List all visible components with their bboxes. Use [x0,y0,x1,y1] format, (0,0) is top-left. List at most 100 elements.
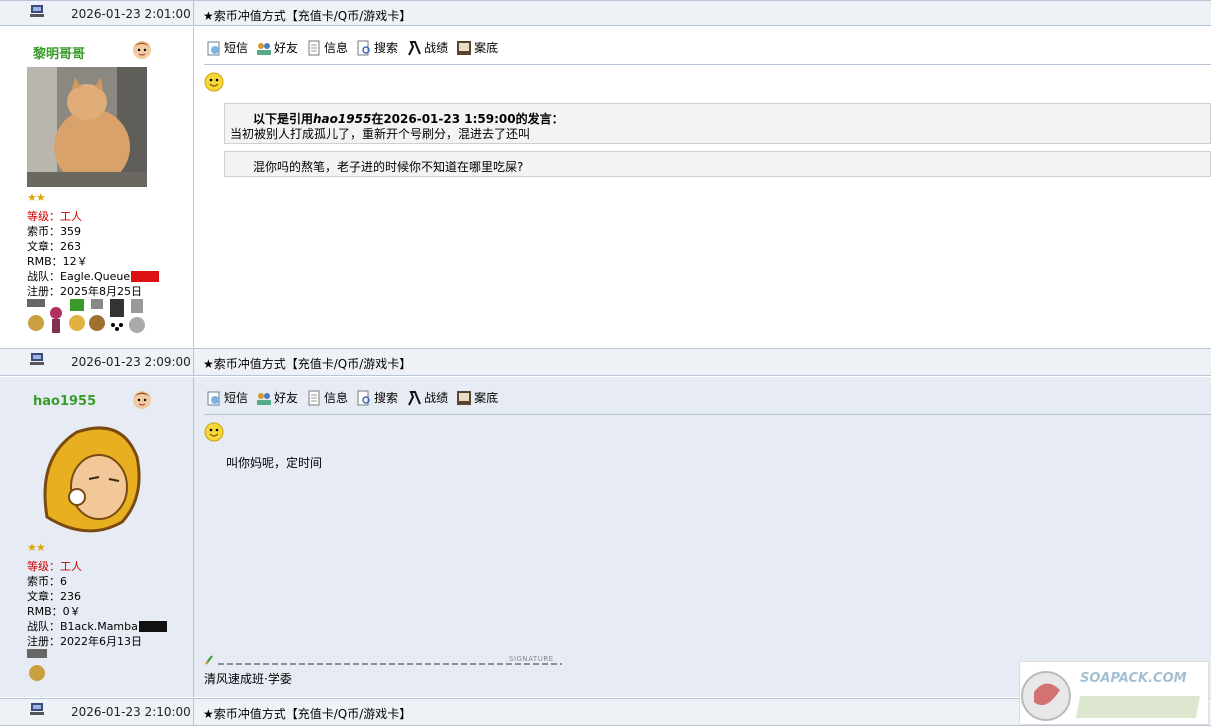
quote-header-pre: 以下是引用 [253,112,314,126]
toolbar-friend[interactable]: 好友 [256,39,298,56]
toolbar-label: 战绩 [424,41,449,55]
gender-male-icon [133,41,151,59]
friends-icon [257,392,272,405]
post-time: 2026-01-23 2:01:00 [71,7,191,21]
username-link[interactable]: hao1955 [33,394,96,409]
team-badge-icon [131,271,160,282]
toolbar-label: 短信 [224,391,249,405]
toolbar-label: 信息 [324,391,349,405]
coins: 索币：359 [27,225,81,238]
article-count: 文章：263 [27,240,81,253]
toolbar-info[interactable]: 信息 [306,39,348,56]
toolbar-label: 案底 [474,391,499,405]
avatar [27,67,147,187]
toolbar-record[interactable]: 战绩 [406,39,448,56]
signature-text: 清风速成班·学委 [204,672,292,686]
user-info: 等级：工人 索币：6 文章：236 RMB：0￥ 战队：B1ack.Mamba … [27,559,167,649]
toolbar-search[interactable]: 搜索 [356,39,398,56]
toolbar-label: 搜索 [374,391,399,405]
coins: 索币：6 [27,575,67,588]
divider [193,1,194,25]
post-header: 2026-01-23 2:01:00 ★索币冲值方式【充值卡/Q币/游戏卡】 [0,0,1211,26]
post-time: 2026-01-23 2:09:00 [71,355,191,369]
toolbar-label: 搜索 [374,41,399,55]
register-date: 注册：2022年6月13日 [27,635,142,648]
level-value: 工人 [60,210,82,223]
document-icon [308,40,320,55]
divider [193,349,194,375]
toolbar-record[interactable]: 战绩 [406,389,448,406]
post-title-link[interactable]: ★索币冲值方式【充值卡/Q币/游戏卡】 [203,355,411,372]
watermark-text: SOAPACK.COM [1080,671,1187,686]
message-icon [207,41,220,55]
case-icon [457,40,472,55]
divider [204,414,1211,415]
smiley-icon [204,72,224,92]
quote-block: 以下是引用hao1955在2026-01-23 1:59:00的发言： 当初被别… [224,103,1211,144]
level-value: 工人 [60,560,82,573]
toolbar-label: 短信 [224,41,249,55]
medal-icon [27,649,47,681]
computer-icon [30,703,44,715]
computer-icon [30,5,44,17]
quote-text: 当初被别人打成孤儿了，重新开个号刷分，混进去了还叫 [230,127,531,141]
team: 战队：Eagle.Queue [27,270,131,283]
logo-icon: SOAPACK.COM [1021,671,1200,721]
rank-stars: ★★ [27,191,46,204]
post-toolbar: 短信 好友 信息 搜索 战绩 案底 [206,389,498,406]
post: hao1955 ★★ 等级：工人 索币：6 文章：236 RMB：0￥ 战队：B… [0,377,1211,697]
username-link[interactable]: 黎明哥哥 [33,43,85,62]
message-icon [207,391,220,405]
friends-icon [257,42,272,55]
computer-icon [30,353,44,365]
quote-header-post: 在2026-01-23 1:59:00的发言： [371,112,564,126]
rank-stars: ★★ [27,541,46,554]
medals-icon [27,299,145,333]
toolbar-sms[interactable]: 短信 [206,389,248,406]
toolbar-case[interactable]: 案底 [456,39,498,56]
toolbar-friend[interactable]: 好友 [256,389,298,406]
rmb: RMB：12￥ [27,255,88,268]
quote-user: hao1955 [313,112,372,126]
soldier-icon [408,40,421,55]
toolbar-sms[interactable]: 短信 [206,39,248,56]
toolbar-label: 信息 [324,41,349,55]
toolbar-label: 案底 [474,41,499,55]
team: 战队：B1ack.Mamba [27,620,138,633]
post-content: 短信 好友 信息 搜索 战绩 案底 叫你妈呢，定时间 SIGNATURE 清风速… [194,377,1211,697]
reply-text: 混你吗的熬笔，老子进的时候你不知道在哪里吃屎? [253,160,524,174]
soldier-icon [408,390,421,405]
post: 黎明哥哥 ★★ 等级：工人 索币：359 文章：263 RMB：12￥ 战队：E… [0,27,1211,347]
search-icon [357,390,370,405]
reply-block: 混你吗的熬笔，老子进的时候你不知道在哪里吃屎? [224,151,1211,177]
post-message: 叫你妈呢，定时间 [226,456,323,470]
toolbar-label: 好友 [274,41,299,55]
user-info: 等级：工人 索币：359 文章：263 RMB：12￥ 战队：Eagle.Que… [27,209,160,299]
divider [204,64,1211,65]
level-label: 等级： [27,210,60,223]
divider [193,699,194,725]
user-panel: 黎明哥哥 ★★ 等级：工人 索币：359 文章：263 RMB：12￥ 战队：E… [0,27,194,347]
toolbar-info[interactable]: 信息 [306,389,348,406]
article-count: 文章：236 [27,590,81,603]
toolbar-label: 战绩 [424,391,449,405]
search-icon [357,40,370,55]
post-title-link[interactable]: ★索币冲值方式【充值卡/Q币/游戏卡】 [203,7,411,24]
toolbar-label: 好友 [274,391,299,405]
level-label: 等级： [27,560,60,573]
avatar [27,417,147,537]
site-watermark-logo: SOAPACK.COM [1019,661,1209,725]
post-header: 2026-01-23 2:09:00 ★索币冲值方式【充值卡/Q币/游戏卡】 [0,348,1211,376]
post-content: 短信 好友 信息 搜索 战绩 案底 以下是引用hao1955在2026-01-2… [194,27,1211,347]
team-badge-icon [138,621,167,632]
register-date: 注册：2025年8月25日 [27,285,142,298]
post-title-link[interactable]: ★索币冲值方式【充值卡/Q币/游戏卡】 [203,705,411,722]
gender-male-icon [133,391,151,409]
toolbar-case[interactable]: 案底 [456,389,498,406]
user-panel: hao1955 ★★ 等级：工人 索币：6 文章：236 RMB：0￥ 战队：B… [0,377,194,697]
post-time: 2026-01-23 2:10:00 [71,705,191,719]
post-toolbar: 短信 好友 信息 搜索 战绩 案底 [206,39,498,56]
signature-label: SIGNATURE [509,655,554,663]
toolbar-search[interactable]: 搜索 [356,389,398,406]
smiley-icon [204,422,224,442]
